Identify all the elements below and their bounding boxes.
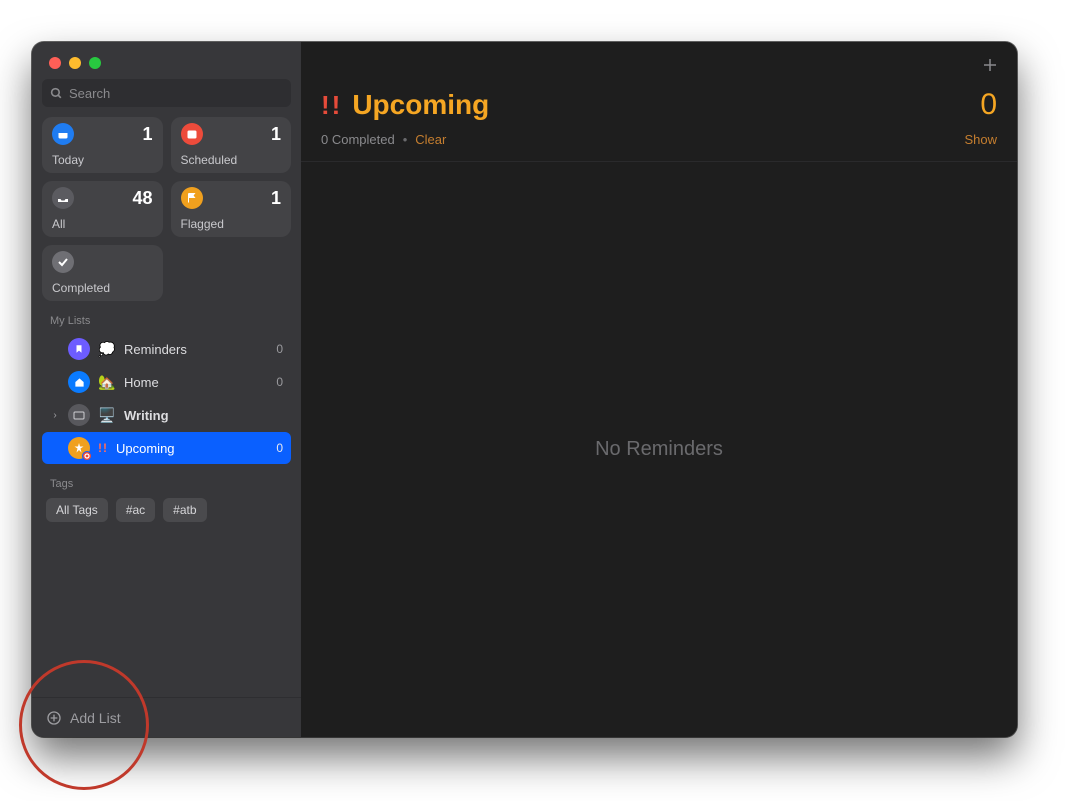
search-icon [50, 87, 63, 100]
my-lists-header: My Lists [32, 301, 301, 331]
smart-today-label: Today [52, 153, 153, 167]
fullscreen-window-button[interactable] [89, 57, 101, 69]
show-button[interactable]: Show [964, 132, 997, 147]
smart-lists: 1 Today 1 Scheduled [32, 117, 301, 301]
list-count: 0 [276, 375, 283, 389]
flag-icon [181, 187, 203, 209]
smart-scheduled[interactable]: 1 Scheduled [171, 117, 292, 173]
list-upcoming[interactable]: !! Upcoming 0 [42, 432, 291, 464]
calendar-today-icon [52, 123, 74, 145]
chevron-right-icon[interactable]: › [50, 410, 60, 421]
clear-button[interactable]: Clear [415, 132, 446, 147]
smart-list-icon [68, 437, 90, 459]
smart-today-count: 1 [142, 124, 152, 145]
sidebar: 1 Today 1 Scheduled [32, 42, 301, 737]
list-label: Writing [124, 408, 169, 423]
empty-state: No Reminders [301, 162, 1017, 737]
checkmark-icon [52, 251, 74, 273]
house-icon [68, 371, 90, 393]
list-total-count: 0 [980, 88, 997, 122]
tray-icon [52, 187, 74, 209]
list-label: Upcoming [116, 441, 175, 456]
completed-bar: 0 Completed • Clear Show [301, 128, 1017, 162]
list-label: Home [124, 375, 159, 390]
smart-all[interactable]: 48 All [42, 181, 163, 237]
list-reminders[interactable]: 💭 Reminders 0 [42, 333, 291, 365]
list-emoji: 🖥️ [98, 407, 116, 424]
add-list-button[interactable]: Add List [32, 697, 301, 737]
list-count: 0 [276, 441, 283, 455]
list-title: Upcoming [352, 89, 489, 121]
separator: • [403, 132, 408, 147]
completed-count-label: 0 Completed [321, 132, 395, 147]
list-home[interactable]: 🏡 Home 0 [42, 366, 291, 398]
smart-all-count: 48 [132, 188, 152, 209]
calendar-icon [181, 123, 203, 145]
minimize-window-button[interactable] [69, 57, 81, 69]
smart-completed-label: Completed [52, 281, 153, 295]
list-label: Reminders [124, 342, 187, 357]
tags-header: Tags [32, 464, 301, 494]
title-row: !! Upcoming 0 [301, 88, 1017, 128]
smart-today[interactable]: 1 Today [42, 117, 163, 173]
smart-scheduled-label: Scheduled [181, 153, 282, 167]
list-writing-folder[interactable]: › 🖥️ Writing [42, 399, 291, 431]
bookmark-icon [68, 338, 90, 360]
tag-all[interactable]: All Tags [46, 498, 108, 522]
list-emoji: 💭 [98, 341, 116, 358]
tags-row: All Tags #ac #atb [32, 494, 301, 526]
list-count: 0 [276, 342, 283, 356]
folder-icon [68, 404, 90, 426]
tag-atb[interactable]: #atb [163, 498, 206, 522]
smart-flagged[interactable]: 1 Flagged [171, 181, 292, 237]
search-input[interactable] [69, 86, 283, 101]
smart-flagged-count: 1 [271, 188, 281, 209]
close-window-button[interactable] [49, 57, 61, 69]
smart-completed[interactable]: Completed [42, 245, 163, 301]
smart-all-label: All [52, 217, 153, 231]
search-field[interactable] [42, 79, 291, 107]
add-list-label: Add List [70, 710, 121, 726]
priority-icon: !! [98, 441, 108, 455]
my-lists: 💭 Reminders 0 🏡 Home 0 › [32, 331, 301, 464]
window-controls [32, 42, 301, 79]
app-window: 1 Today 1 Scheduled [32, 42, 1017, 737]
list-emoji: 🏡 [98, 374, 116, 391]
plus-circle-icon [46, 710, 62, 726]
main-pane: !! Upcoming 0 0 Completed • Clear Show N… [301, 42, 1017, 737]
new-reminder-button[interactable] [981, 56, 999, 74]
priority-icon: !! [321, 90, 342, 121]
tag-ac[interactable]: #ac [116, 498, 155, 522]
smart-flagged-label: Flagged [181, 217, 282, 231]
empty-state-label: No Reminders [595, 438, 723, 461]
smart-scheduled-count: 1 [271, 124, 281, 145]
